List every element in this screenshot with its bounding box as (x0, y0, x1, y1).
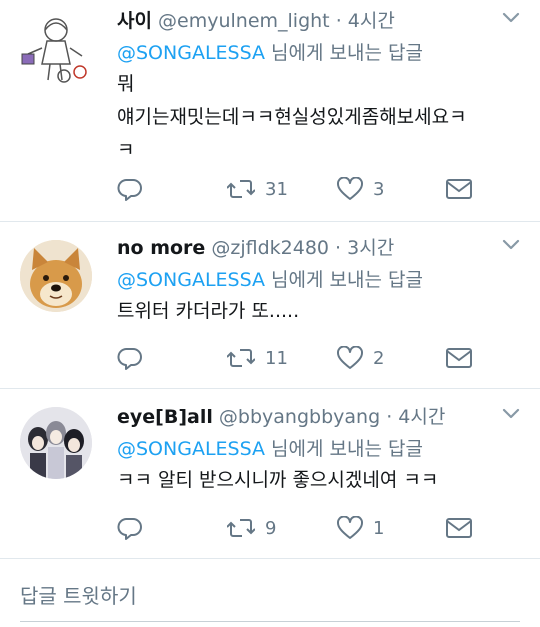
tweet-1[interactable]: 사이 @emyulnem_light · 4시간 @SONGALESSA 님에게… (0, 0, 540, 222)
tweet-header: eye[B]all @bbyangbbyang · 4시간 (117, 400, 520, 434)
like-button[interactable]: 1 (337, 513, 384, 543)
avatar[interactable] (20, 14, 92, 86)
timestamp[interactable]: 4시간 (348, 10, 395, 32)
retweet-button[interactable]: 31 (227, 174, 288, 204)
dm-icon (446, 518, 472, 538)
reply-icon (117, 348, 142, 370)
user-handle[interactable]: @bbyangbbyang (219, 406, 380, 428)
direct-message-button[interactable] (445, 513, 473, 543)
tweet-header: 사이 @emyulnem_light · 4시간 (117, 4, 520, 38)
reply-button[interactable] (117, 174, 143, 204)
tweet-text-line: ㅋ (117, 139, 135, 161)
tweet-3[interactable]: eye[B]all @bbyangbbyang · 4시간 @SONGALESS… (0, 389, 540, 559)
retweet-count: 9 (265, 517, 277, 539)
tweet-header: no more @zjfldk2480 · 3시간 (117, 231, 520, 265)
like-count: 1 (373, 517, 385, 539)
replying-to: @SONGALESSA 님에게 보내는 답글 (117, 38, 520, 68)
reply-button[interactable] (117, 513, 143, 543)
retweet-count: 31 (265, 178, 288, 200)
replying-to: @SONGALESSA 님에게 보내는 답글 (117, 434, 520, 464)
timestamp[interactable]: 4시간 (398, 406, 445, 428)
tweet-text: 트위터 카더라가 또..... (117, 295, 520, 328)
tweet-actions: 9 1 (117, 513, 477, 543)
dm-icon (446, 348, 472, 368)
tweet-actions: 11 2 (117, 343, 477, 373)
sketch-avatar-image (21, 18, 87, 83)
mention-link[interactable]: @SONGALESSA (117, 269, 265, 291)
tweet-text: ㅋㅋ 알티 받으시니까 좋으시겠네여 ㅋㅋ (117, 464, 520, 497)
like-icon (337, 516, 363, 539)
replying-label: 님에게 보내는 답글 (265, 438, 423, 460)
retweet-button[interactable]: 11 (227, 343, 288, 373)
like-count: 3 (373, 178, 385, 200)
tweet-text-line: 뭐 (117, 73, 135, 95)
anime-avatar-image (20, 407, 92, 479)
tweet-text-line: 얘기는재밋는데ㅋㅋ현실성있게좀해보세요ㅋ (117, 106, 467, 128)
avatar[interactable] (20, 240, 92, 312)
dm-icon (446, 179, 472, 199)
reply-icon (117, 518, 142, 540)
user-handle[interactable]: @emyulnem_light (158, 10, 330, 32)
replying-label: 님에게 보내는 답글 (265, 42, 423, 64)
chevron-down-icon[interactable] (502, 12, 520, 24)
direct-message-button[interactable] (445, 174, 473, 204)
chevron-down-icon[interactable] (502, 239, 520, 251)
avatar[interactable] (20, 407, 92, 479)
retweet-count: 11 (265, 347, 288, 369)
mention-link[interactable]: @SONGALESSA (117, 42, 265, 64)
reply-placeholder: 답글 트윗하기 (20, 584, 137, 608)
tweet-content: no more @zjfldk2480 · 3시간 @SONGALESSA 님에… (117, 222, 520, 328)
like-icon (337, 346, 363, 369)
reply-input[interactable]: 답글 트윗하기 (20, 562, 520, 622)
direct-message-button[interactable] (445, 343, 473, 373)
like-count: 2 (373, 347, 385, 369)
display-name[interactable]: no more (117, 237, 205, 259)
separator-dot: · (335, 10, 342, 32)
tweet-2[interactable]: no more @zjfldk2480 · 3시간 @SONGALESSA 님에… (0, 222, 540, 389)
retweet-icon (227, 519, 255, 537)
reply-button[interactable] (117, 343, 143, 373)
retweet-icon (227, 180, 255, 198)
like-icon (337, 177, 363, 200)
retweet-button[interactable]: 9 (227, 513, 276, 543)
replying-to: @SONGALESSA 님에게 보내는 답글 (117, 265, 520, 295)
like-button[interactable]: 2 (337, 343, 384, 373)
tweet-content: eye[B]all @bbyangbbyang · 4시간 @SONGALESS… (117, 389, 520, 497)
timestamp[interactable]: 3시간 (347, 237, 394, 259)
like-button[interactable]: 3 (337, 174, 384, 204)
doge-avatar-image (20, 240, 92, 312)
display-name[interactable]: eye[B]all (117, 406, 213, 428)
tweet-actions: 31 3 (117, 174, 477, 204)
display-name[interactable]: 사이 (117, 10, 152, 32)
separator-dot: · (335, 237, 342, 259)
user-handle[interactable]: @zjfldk2480 (211, 237, 329, 259)
tweet-text-line: 트위터 카더라가 또..... (117, 300, 300, 322)
retweet-icon (227, 349, 255, 367)
separator-dot: · (386, 406, 393, 428)
chevron-down-icon[interactable] (502, 408, 520, 420)
replying-label: 님에게 보내는 답글 (265, 269, 423, 291)
tweet-text-line: ㅋㅋ 알티 받으시니까 좋으시겠네여 ㅋㅋ (117, 469, 439, 491)
reply-icon (117, 179, 142, 201)
tweet-text: 뭐 얘기는재밋는데ㅋㅋ현실성있게좀해보세요ㅋ ㅋ (117, 68, 520, 167)
tweet-content: 사이 @emyulnem_light · 4시간 @SONGALESSA 님에게… (117, 0, 520, 167)
mention-link[interactable]: @SONGALESSA (117, 438, 265, 460)
